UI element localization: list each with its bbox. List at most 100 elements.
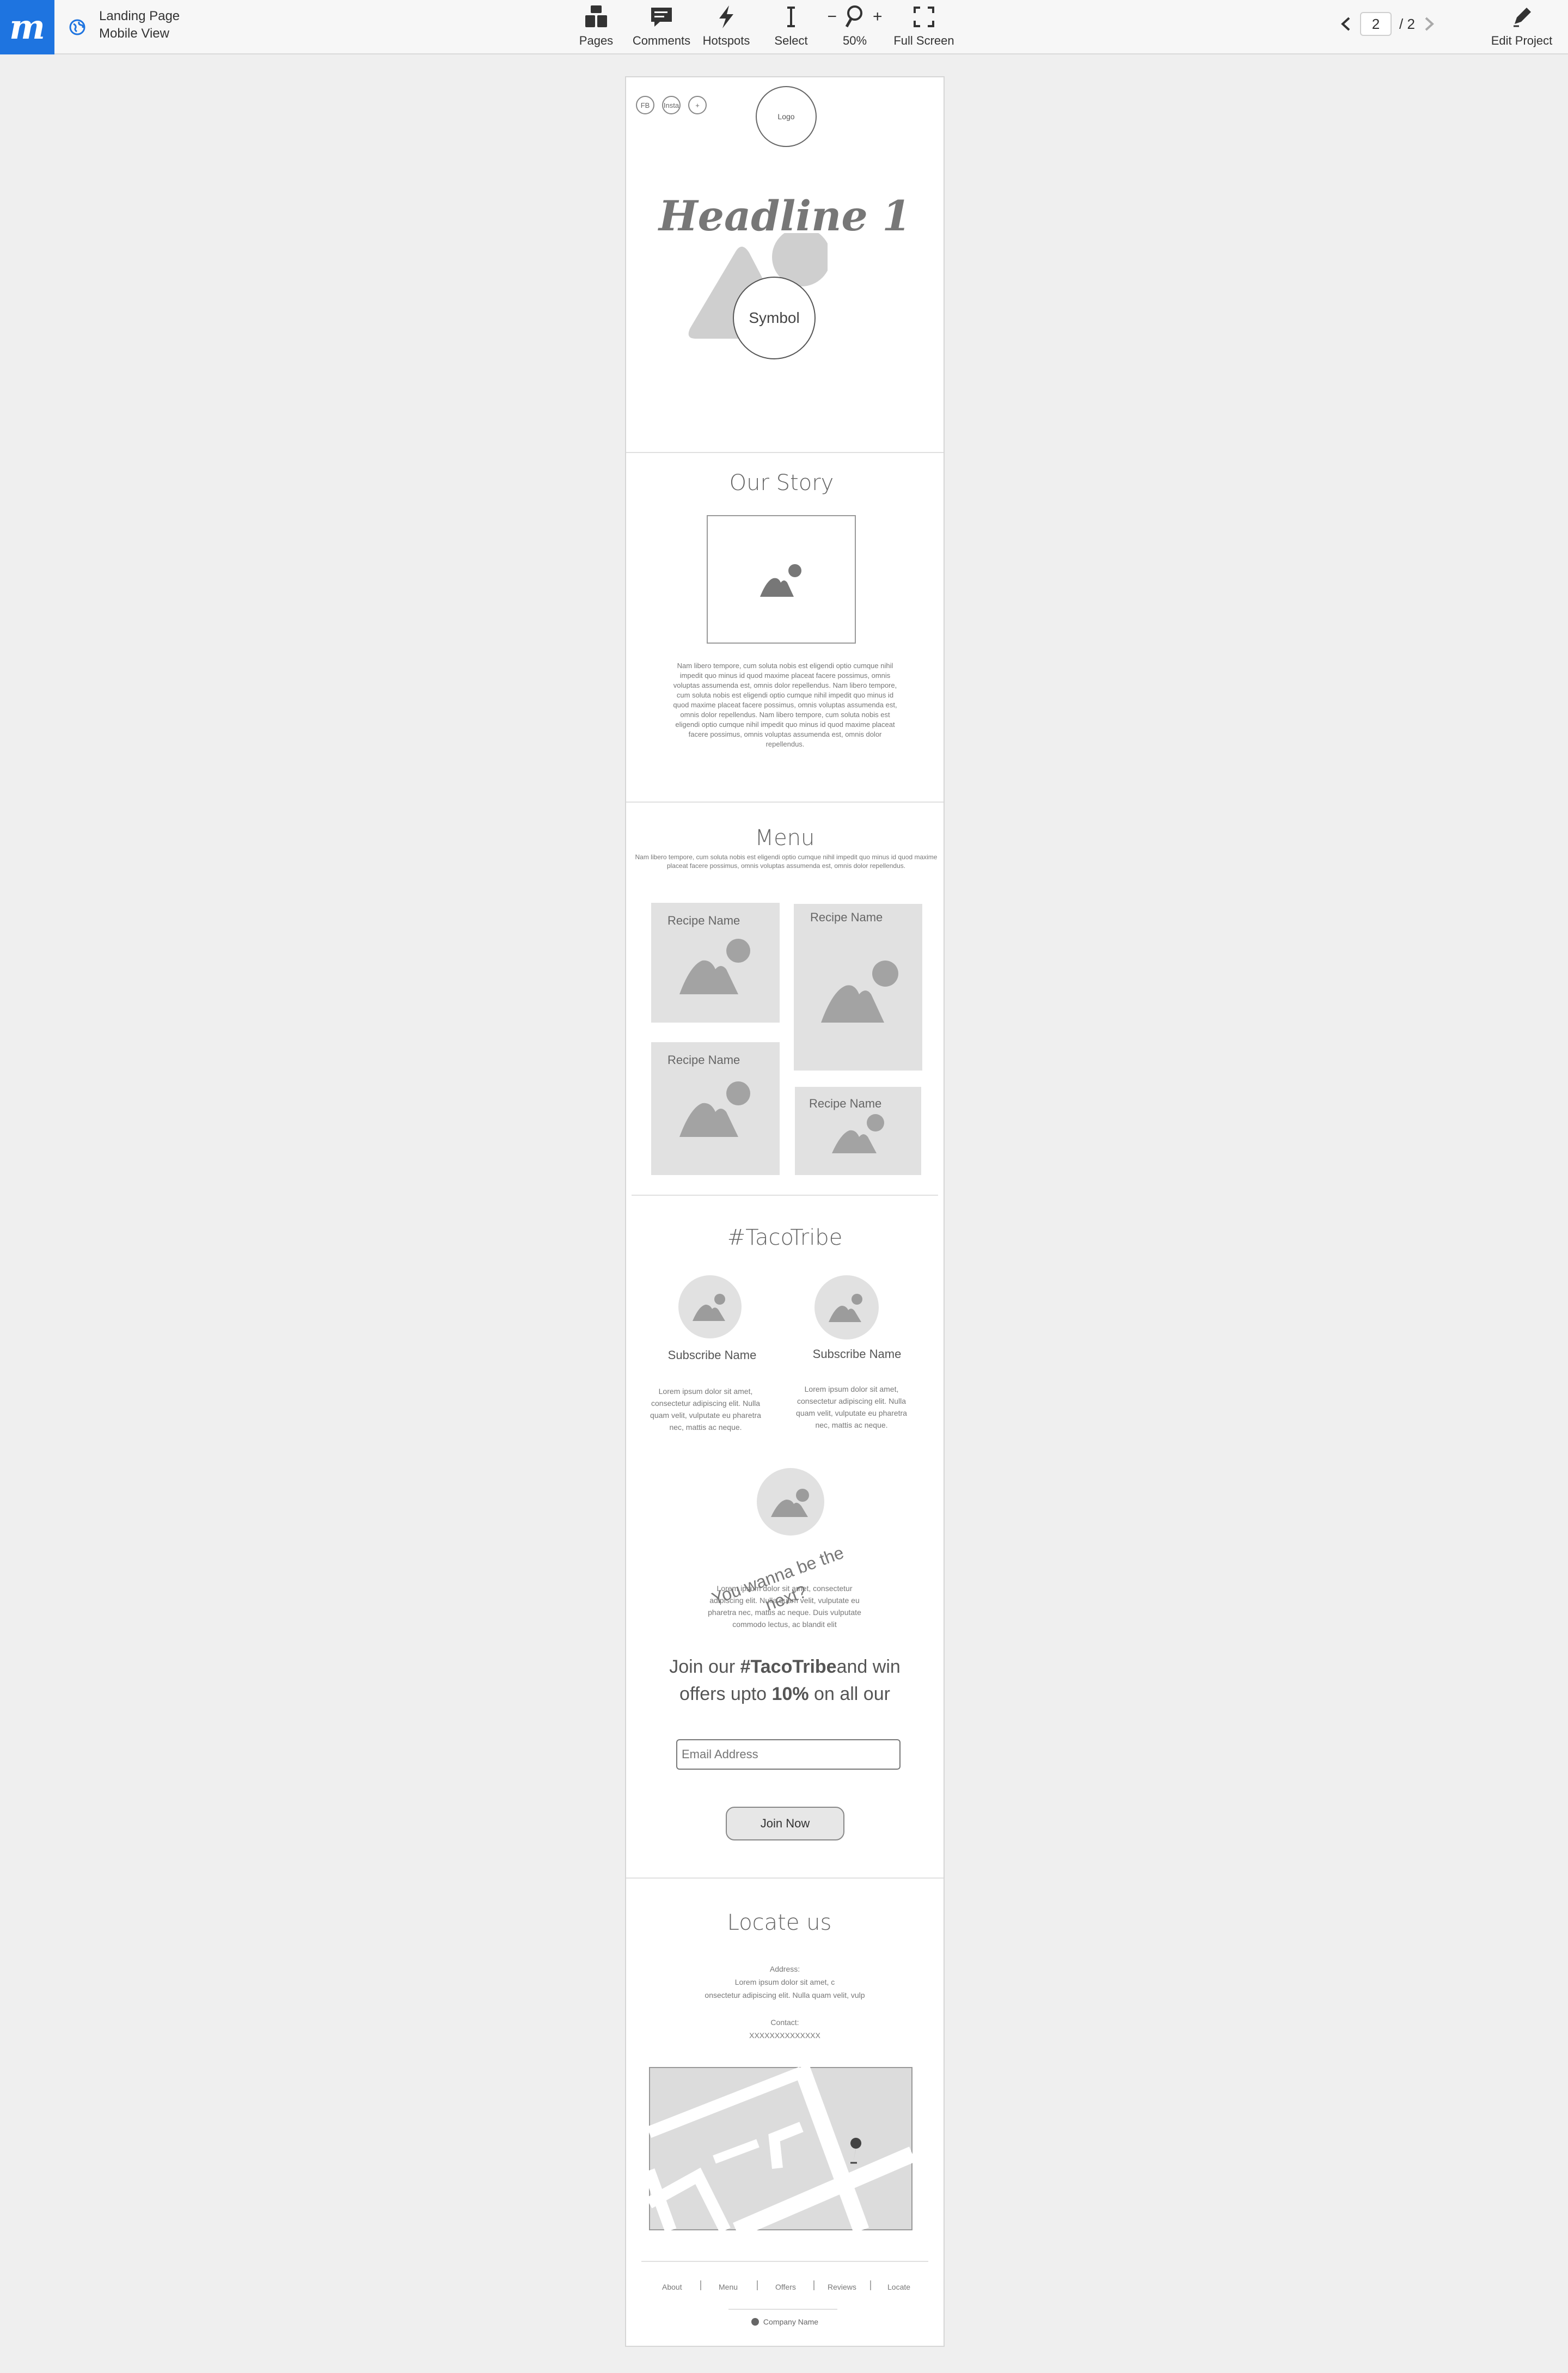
recipe-card[interactable]: Recipe Name bbox=[651, 903, 780, 1023]
join-now-button[interactable]: Join Now bbox=[726, 1807, 844, 1840]
page-number-input[interactable] bbox=[1360, 12, 1392, 36]
pencil-icon bbox=[1514, 8, 1531, 27]
social-fb-button[interactable]: FB bbox=[636, 96, 654, 114]
locate-details: Address: Lorem ipsum dolor sit amet, c o… bbox=[626, 1962, 944, 2042]
divider bbox=[626, 452, 944, 453]
recipe-card[interactable]: Recipe Name bbox=[794, 904, 922, 1071]
avatar bbox=[814, 1275, 879, 1340]
zoom-control: − + 50% bbox=[822, 4, 887, 48]
edit-project-button[interactable]: Edit Project bbox=[1486, 4, 1557, 48]
footer-link-offers[interactable]: Offers bbox=[775, 2283, 796, 2291]
zoom-level: 50% bbox=[842, 34, 867, 47]
footer-separator bbox=[813, 2280, 814, 2290]
image-placeholder-icon bbox=[679, 939, 750, 994]
lightning-icon bbox=[719, 5, 733, 28]
image-placeholder-icon bbox=[832, 1114, 884, 1153]
zoom-in-button[interactable]: + bbox=[873, 8, 883, 26]
subscriber-name: Subscribe Name bbox=[667, 1348, 757, 1362]
divider bbox=[641, 2261, 928, 2262]
subscriber-text: Lorem ipsum dolor sit amet, consectetur … bbox=[796, 1385, 907, 1429]
zoom-out-button[interactable]: − bbox=[827, 8, 837, 26]
comments-label: Comments bbox=[632, 34, 691, 47]
footer-link-reviews[interactable]: Reviews bbox=[828, 2283, 856, 2291]
symbol-circle: Symbol bbox=[733, 277, 816, 359]
join-text: offers upto bbox=[679, 1684, 772, 1704]
chevron-right-icon[interactable] bbox=[1423, 16, 1436, 32]
subscriber-name: Subscribe Name bbox=[812, 1347, 902, 1361]
image-placeholder-icon bbox=[821, 961, 898, 1023]
recipe-name: Recipe Name bbox=[667, 914, 740, 927]
recipe-name: Recipe Name bbox=[810, 910, 883, 924]
next-text: Lorem ipsum dolor sit amet, consectetur … bbox=[708, 1584, 861, 1629]
avatar bbox=[757, 1468, 824, 1536]
full-screen-button[interactable]: Full Screen bbox=[886, 4, 962, 48]
chevron-left-icon[interactable] bbox=[1339, 16, 1352, 32]
footer-separator bbox=[870, 2280, 871, 2290]
project-title: Landing Page bbox=[99, 9, 180, 23]
project-subtitle: Mobile View bbox=[99, 26, 169, 41]
edit-project-label: Edit Project bbox=[1491, 34, 1553, 47]
address-label: Address: bbox=[769, 1965, 800, 1973]
image-placeholder-icon bbox=[760, 564, 801, 597]
select-label: Select bbox=[774, 34, 808, 47]
join-text: on all our bbox=[808, 1684, 890, 1704]
contact-value: XXXXXXXXXXXXXX bbox=[749, 2031, 820, 2040]
avatar bbox=[678, 1275, 742, 1338]
recipe-name: Recipe Name bbox=[667, 1053, 740, 1067]
footer-link-locate[interactable]: Locate bbox=[887, 2283, 910, 2291]
address-line: onsectetur adipiscing elit. Nulla quam v… bbox=[705, 1991, 865, 1999]
hotspots-label: Hotspots bbox=[702, 34, 750, 47]
recipe-name: Recipe Name bbox=[809, 1097, 882, 1110]
join-hashtag: #TacoTribe bbox=[740, 1656, 837, 1677]
recipe-card[interactable]: Recipe Name bbox=[795, 1087, 921, 1175]
copyright: Company Name bbox=[626, 2317, 944, 2326]
footer-separator bbox=[700, 2280, 701, 2290]
social-insta-button[interactable]: Insta bbox=[662, 96, 681, 114]
divider bbox=[728, 2309, 837, 2310]
mobile-artboard: FB Insta + Logo Headline 1 Symbol Our St… bbox=[625, 76, 945, 2347]
subscriber-text: Lorem ipsum dolor sit amet, consectetur … bbox=[650, 1387, 761, 1432]
join-percent: 10% bbox=[771, 1684, 809, 1704]
recipe-card[interactable]: Recipe Name bbox=[651, 1042, 780, 1175]
social-more-button[interactable]: + bbox=[688, 96, 707, 114]
footer-link-about[interactable]: About bbox=[662, 2283, 682, 2291]
text-cursor-icon bbox=[787, 7, 795, 27]
menu-intro: Nam libero tempore, cum soluta nobis est… bbox=[635, 853, 938, 870]
top-toolbar: m Landing Page Mobile View Pages Comment… bbox=[0, 0, 1568, 54]
select-button[interactable]: Select bbox=[753, 4, 829, 48]
story-body: Nam libero tempore, cum soluta nobis est… bbox=[673, 662, 897, 748]
footer-separator bbox=[757, 2280, 758, 2290]
footer-link-menu[interactable]: Menu bbox=[719, 2283, 738, 2291]
pages-icon bbox=[585, 5, 607, 27]
contact-label: Contact: bbox=[770, 2018, 799, 2027]
menu-title: Menu bbox=[755, 825, 815, 851]
comment-icon bbox=[651, 8, 672, 27]
address-line: Lorem ipsum dolor sit amet, c bbox=[734, 1978, 835, 1986]
story-image bbox=[707, 515, 856, 644]
image-placeholder-icon bbox=[679, 1081, 750, 1137]
join-text: Join our bbox=[669, 1656, 740, 1677]
join-tagline: Join our #TacoTribeand win offers upto 1… bbox=[626, 1653, 944, 1708]
page-navigator: / 2 bbox=[1339, 12, 1436, 36]
pages-label: Pages bbox=[579, 34, 614, 47]
locate-title: Locate us bbox=[727, 1910, 832, 1935]
email-field[interactable] bbox=[676, 1739, 901, 1770]
story-title: Our Story bbox=[729, 470, 834, 496]
app-logo[interactable]: m bbox=[0, 0, 54, 54]
logo-placeholder: Logo bbox=[756, 86, 817, 147]
full-screen-label: Full Screen bbox=[893, 34, 954, 47]
tribe-title: #TacoTribe bbox=[727, 1225, 843, 1250]
page-total: / 2 bbox=[1399, 15, 1415, 32]
app-logo-letter: m bbox=[9, 7, 45, 47]
map[interactable] bbox=[649, 2067, 912, 2230]
company-name: Company Name bbox=[763, 2317, 819, 2326]
divider bbox=[632, 1195, 938, 1196]
join-text: and win bbox=[836, 1656, 901, 1677]
fullscreen-icon bbox=[914, 7, 934, 27]
pages-button[interactable]: Pages bbox=[558, 4, 634, 48]
magnifier-icon bbox=[845, 5, 862, 28]
copyright-icon bbox=[751, 2318, 759, 2326]
globe-icon[interactable] bbox=[69, 19, 86, 36]
divider bbox=[626, 802, 944, 803]
divider bbox=[626, 1877, 944, 1879]
